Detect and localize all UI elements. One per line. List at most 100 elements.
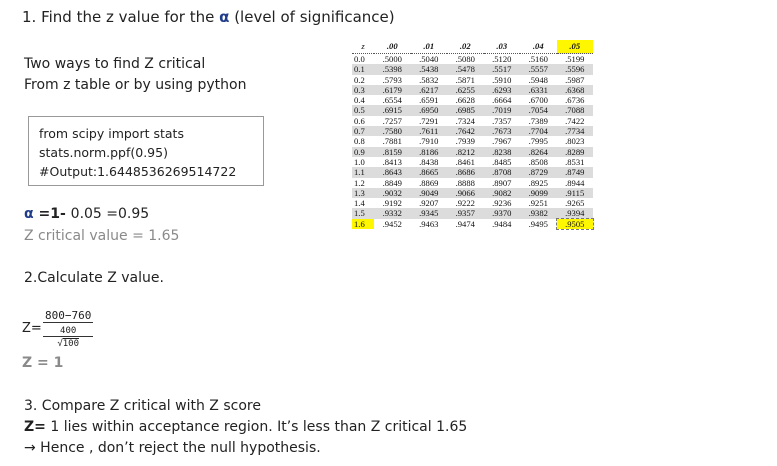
heading-compare: 3. Compare Z critical with Z score [24,398,261,414]
z-table-cell: .9463 [419,218,439,229]
denominator-bottom: √100 [43,339,93,349]
z-row-label: 0.8 [354,136,365,147]
z-table-col-header-highlighted: .05 [556,40,593,54]
z-table-cell: .7611 [410,126,447,137]
z-table-cell: .8289 [556,146,593,157]
z-formula-fraction: 800−760 400 √100 [43,309,94,349]
z-table-cell: .7054 [520,105,557,116]
z-table-cell: .9332 [374,208,411,219]
z-table-cell: .6293 [483,84,520,96]
z-table-cell: .7088 [556,105,593,116]
python-code-box: from scipy import stats stats.norm.ppf(0… [28,116,264,186]
z-table-cell: .9032 [374,187,411,199]
z-table-cell: .5040 [419,54,439,64]
z-table-cell: .6736 [565,95,585,106]
z-table-cell: .8238 [483,146,520,157]
compare-bold: Z= [24,419,46,435]
z-table-cell: .9370 [483,208,520,219]
z-table-cell: .9207 [419,198,439,209]
z-table-cell: .7389 [528,115,548,126]
z-table-cell: .8925 [528,177,548,188]
table-row: 1.6 .9452 .9463 .9474 .9484 .9495 .9505 [352,217,594,231]
z-table-cell: .6628 [455,95,475,106]
z-table-cell: .9345 [410,208,447,219]
table-row: 0.8 .7881 .7910 .7939 .7967 .7995 .8023 [352,136,593,146]
z-table-cell: .5871 [455,74,475,85]
z-table-cell: .5948 [528,74,548,85]
z-table-cell: .5478 [447,64,484,75]
z-table-cell: .5438 [410,64,447,75]
z-table-cell: .5000 [382,54,402,64]
z-table-col-header: .01 [410,40,447,54]
heading-find-z: 1. Find the z value for the α (level of … [22,8,395,26]
z-table-cell: .7422 [565,115,585,126]
z-table-cell: .6664 [492,95,512,106]
two-ways-line: From z table or by using python [24,77,247,93]
z-table-cell: .9474 [455,218,475,229]
z-table-cell: .8729 [520,167,557,178]
z-row-label: 0.9 [352,146,374,157]
z-table-cell: .9115 [556,187,593,199]
z-table-cell: .6255 [447,84,484,96]
z-table-col-header: .02 [447,40,484,54]
z-table-cell: .9484 [492,218,512,229]
z-table-cell: .6700 [528,95,548,106]
table-row: 0.4 .6554 .6591 .6628 .6664 .6700 .6736 [352,95,593,105]
z-table-cell: .7580 [374,126,411,137]
z-table-cell: .7673 [483,126,520,137]
z-row-label: 1.3 [352,187,374,199]
z-table-col-header: .03 [483,40,520,54]
z-table-cell: .5120 [492,54,512,64]
z-table-cell: .8186 [410,146,447,157]
z-table-cell: .8413 [382,156,402,167]
z-table-cell: .9495 [528,218,548,229]
z-table-cell: .8438 [419,156,439,167]
z-row-label: 0.1 [352,64,374,75]
table-row: 1.4 .9192 .9207 .9222 .9236 .9251 .9265 [352,198,593,208]
z-table-cell: .9394 [556,208,593,219]
z-table-cell: .8708 [483,167,520,178]
z-table-cell: .8869 [419,177,439,188]
z-table-cell: .7357 [492,115,512,126]
heading-calculate-z: 2.Calculate Z value. [24,270,164,286]
z-formula-numerator: 800−760 [43,309,94,323]
z-result: Z = 1 [22,355,64,371]
table-row: 1.5.9332.9345.9357.9370.9382.9394 [352,208,593,219]
z-table-cell: .7704 [520,126,557,137]
z-table-cell: .9505 [555,217,594,231]
z-row-label: 1.0 [354,156,365,167]
z-table-cell: .9251 [528,198,548,209]
z-table-cell: .7881 [382,136,402,147]
z-table-cell: .7910 [419,136,439,147]
z-row-label: 0.5 [352,105,374,116]
table-row: 1.0 .8413 .8438 .8461 .8485 .8508 .8531 [352,157,593,167]
z-row-label: 1.6 [352,218,374,230]
z-table-cell: .5596 [556,64,593,75]
compare-text: Z= 1 lies within acceptance region. It’s… [24,419,467,435]
table-row: 1.3.9032.9049.9066.9082.9099.9115 [352,187,593,199]
z-table-cell: .6915 [374,105,411,116]
z-table-cell: .5080 [455,54,475,64]
z-table-cell: .6331 [520,84,557,96]
z-table: z .00 .01 .02 .03 .04 .05 0.0 .5000 .5040.… [352,40,594,231]
z-table-cell: .8159 [374,146,411,157]
alpha-eq-part: 0.05 =0.95 [70,206,150,222]
z-table-cell: .9099 [520,187,557,199]
z-table-cell: .6985 [447,105,484,116]
code-line: from scipy import stats [39,126,184,141]
z-row-label: 1.1 [352,167,374,178]
z-table-cell: .5793 [382,74,402,85]
z-table-header: z .00 .01 .02 .03 .04 .05 [352,40,593,54]
z-table-cell: .7642 [447,126,484,137]
table-row: 0.3.6179.6217.6255.6293.6331.6368 [352,84,593,96]
z-table-cell: .8643 [374,167,411,178]
z-table-cell: .5398 [374,64,411,75]
z-table-cell: .7019 [483,105,520,116]
z-table-cell: .8849 [382,177,402,188]
compare-rest: 1 lies within acceptance region. It’s le… [45,419,468,435]
alpha-eq-part: =1- [33,206,71,222]
z-table-cell: .9049 [410,187,447,199]
z-table-cell: .5160 [528,54,548,64]
z-table-cell: .7734 [556,126,593,137]
z-table-cell: .7324 [455,115,475,126]
